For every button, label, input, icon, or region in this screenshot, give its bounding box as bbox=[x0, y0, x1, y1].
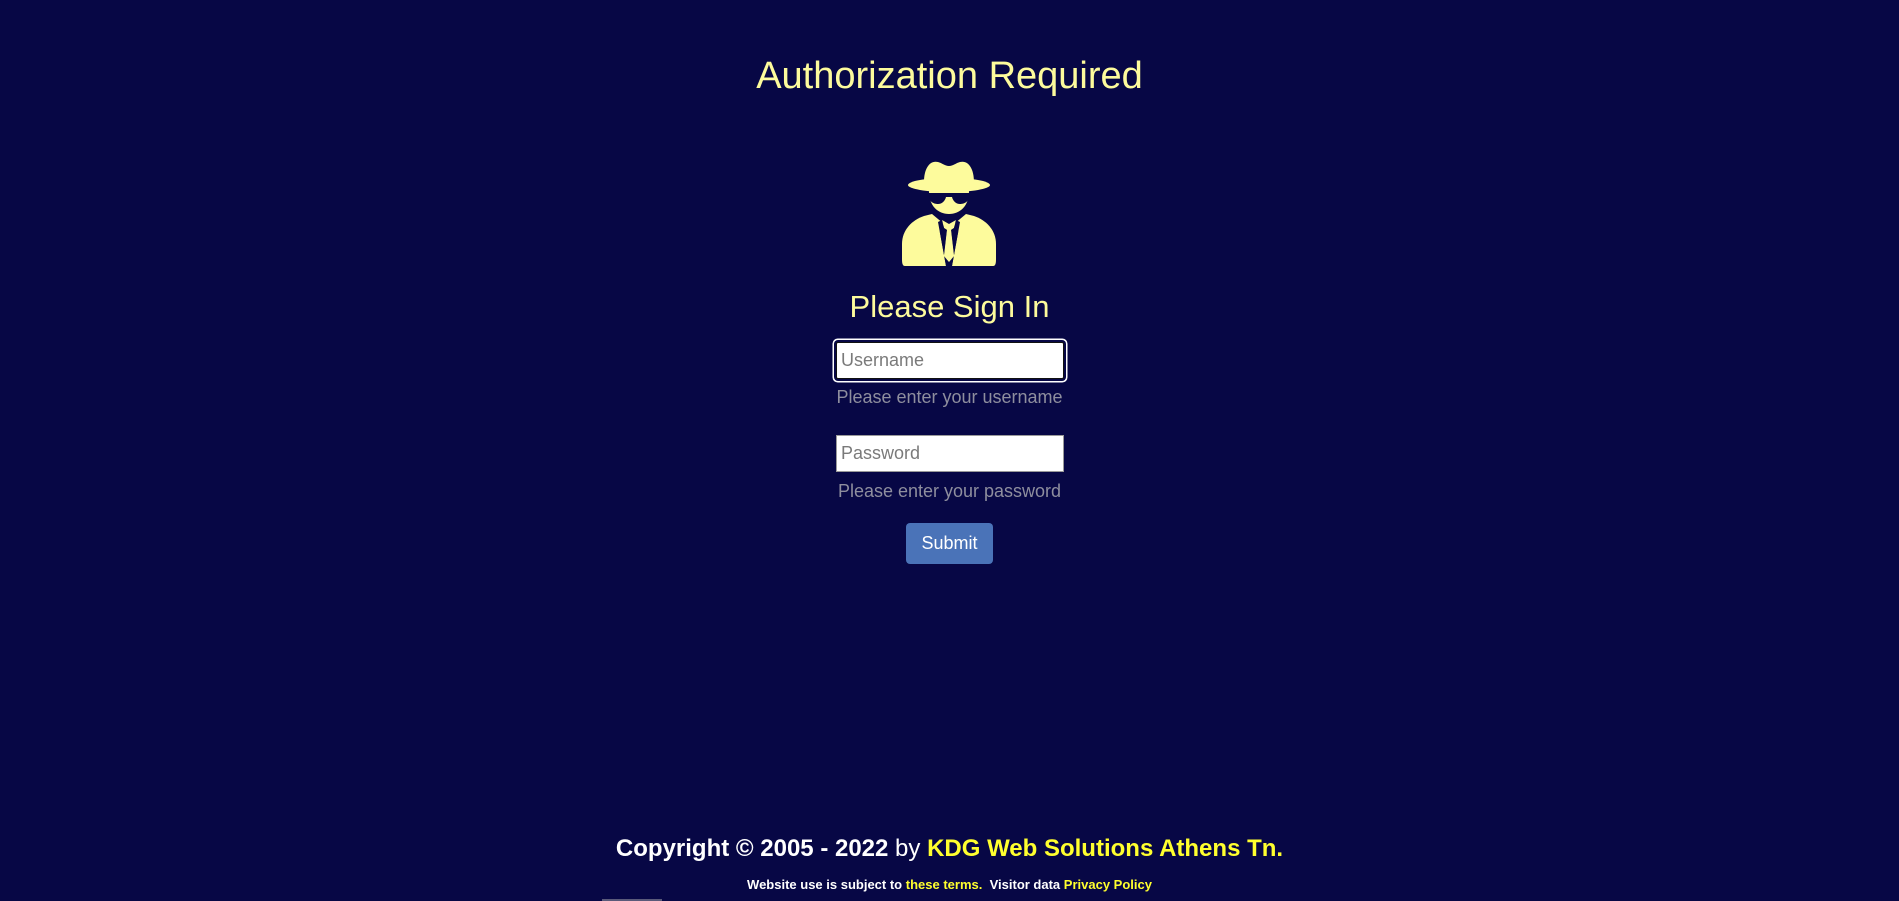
footer-copyright: Copyright © 2005 - 2022 by KDG Web Solut… bbox=[0, 834, 1899, 864]
page-title: Authorization Required bbox=[756, 55, 1143, 97]
visitor-data-text: Visitor data bbox=[989, 877, 1061, 892]
copyright-text: Copyright © 2005 - 2022 bbox=[615, 835, 889, 862]
username-input[interactable] bbox=[836, 342, 1064, 379]
footer-terms: Website use is subject to these terms. V… bbox=[0, 877, 1899, 893]
company-link[interactable]: KDG Web Solutions Athens Tn. bbox=[927, 835, 1283, 862]
password-input[interactable] bbox=[836, 435, 1064, 472]
terms-link[interactable]: these terms. bbox=[906, 877, 983, 892]
terms-prefix: Website use is subject to bbox=[747, 877, 903, 892]
privacy-policy-link[interactable]: Privacy Policy bbox=[1064, 877, 1152, 892]
sign-in-heading: Please Sign In bbox=[849, 289, 1050, 324]
copyright-by: by bbox=[895, 835, 921, 862]
username-hint: Please enter your username bbox=[836, 387, 1063, 407]
password-hint: Please enter your password bbox=[837, 481, 1062, 501]
submit-button[interactable]: Submit bbox=[906, 523, 993, 564]
login-page: Authorization Required Please Sign In Pl… bbox=[0, 0, 1899, 901]
spy-icon bbox=[902, 161, 996, 266]
